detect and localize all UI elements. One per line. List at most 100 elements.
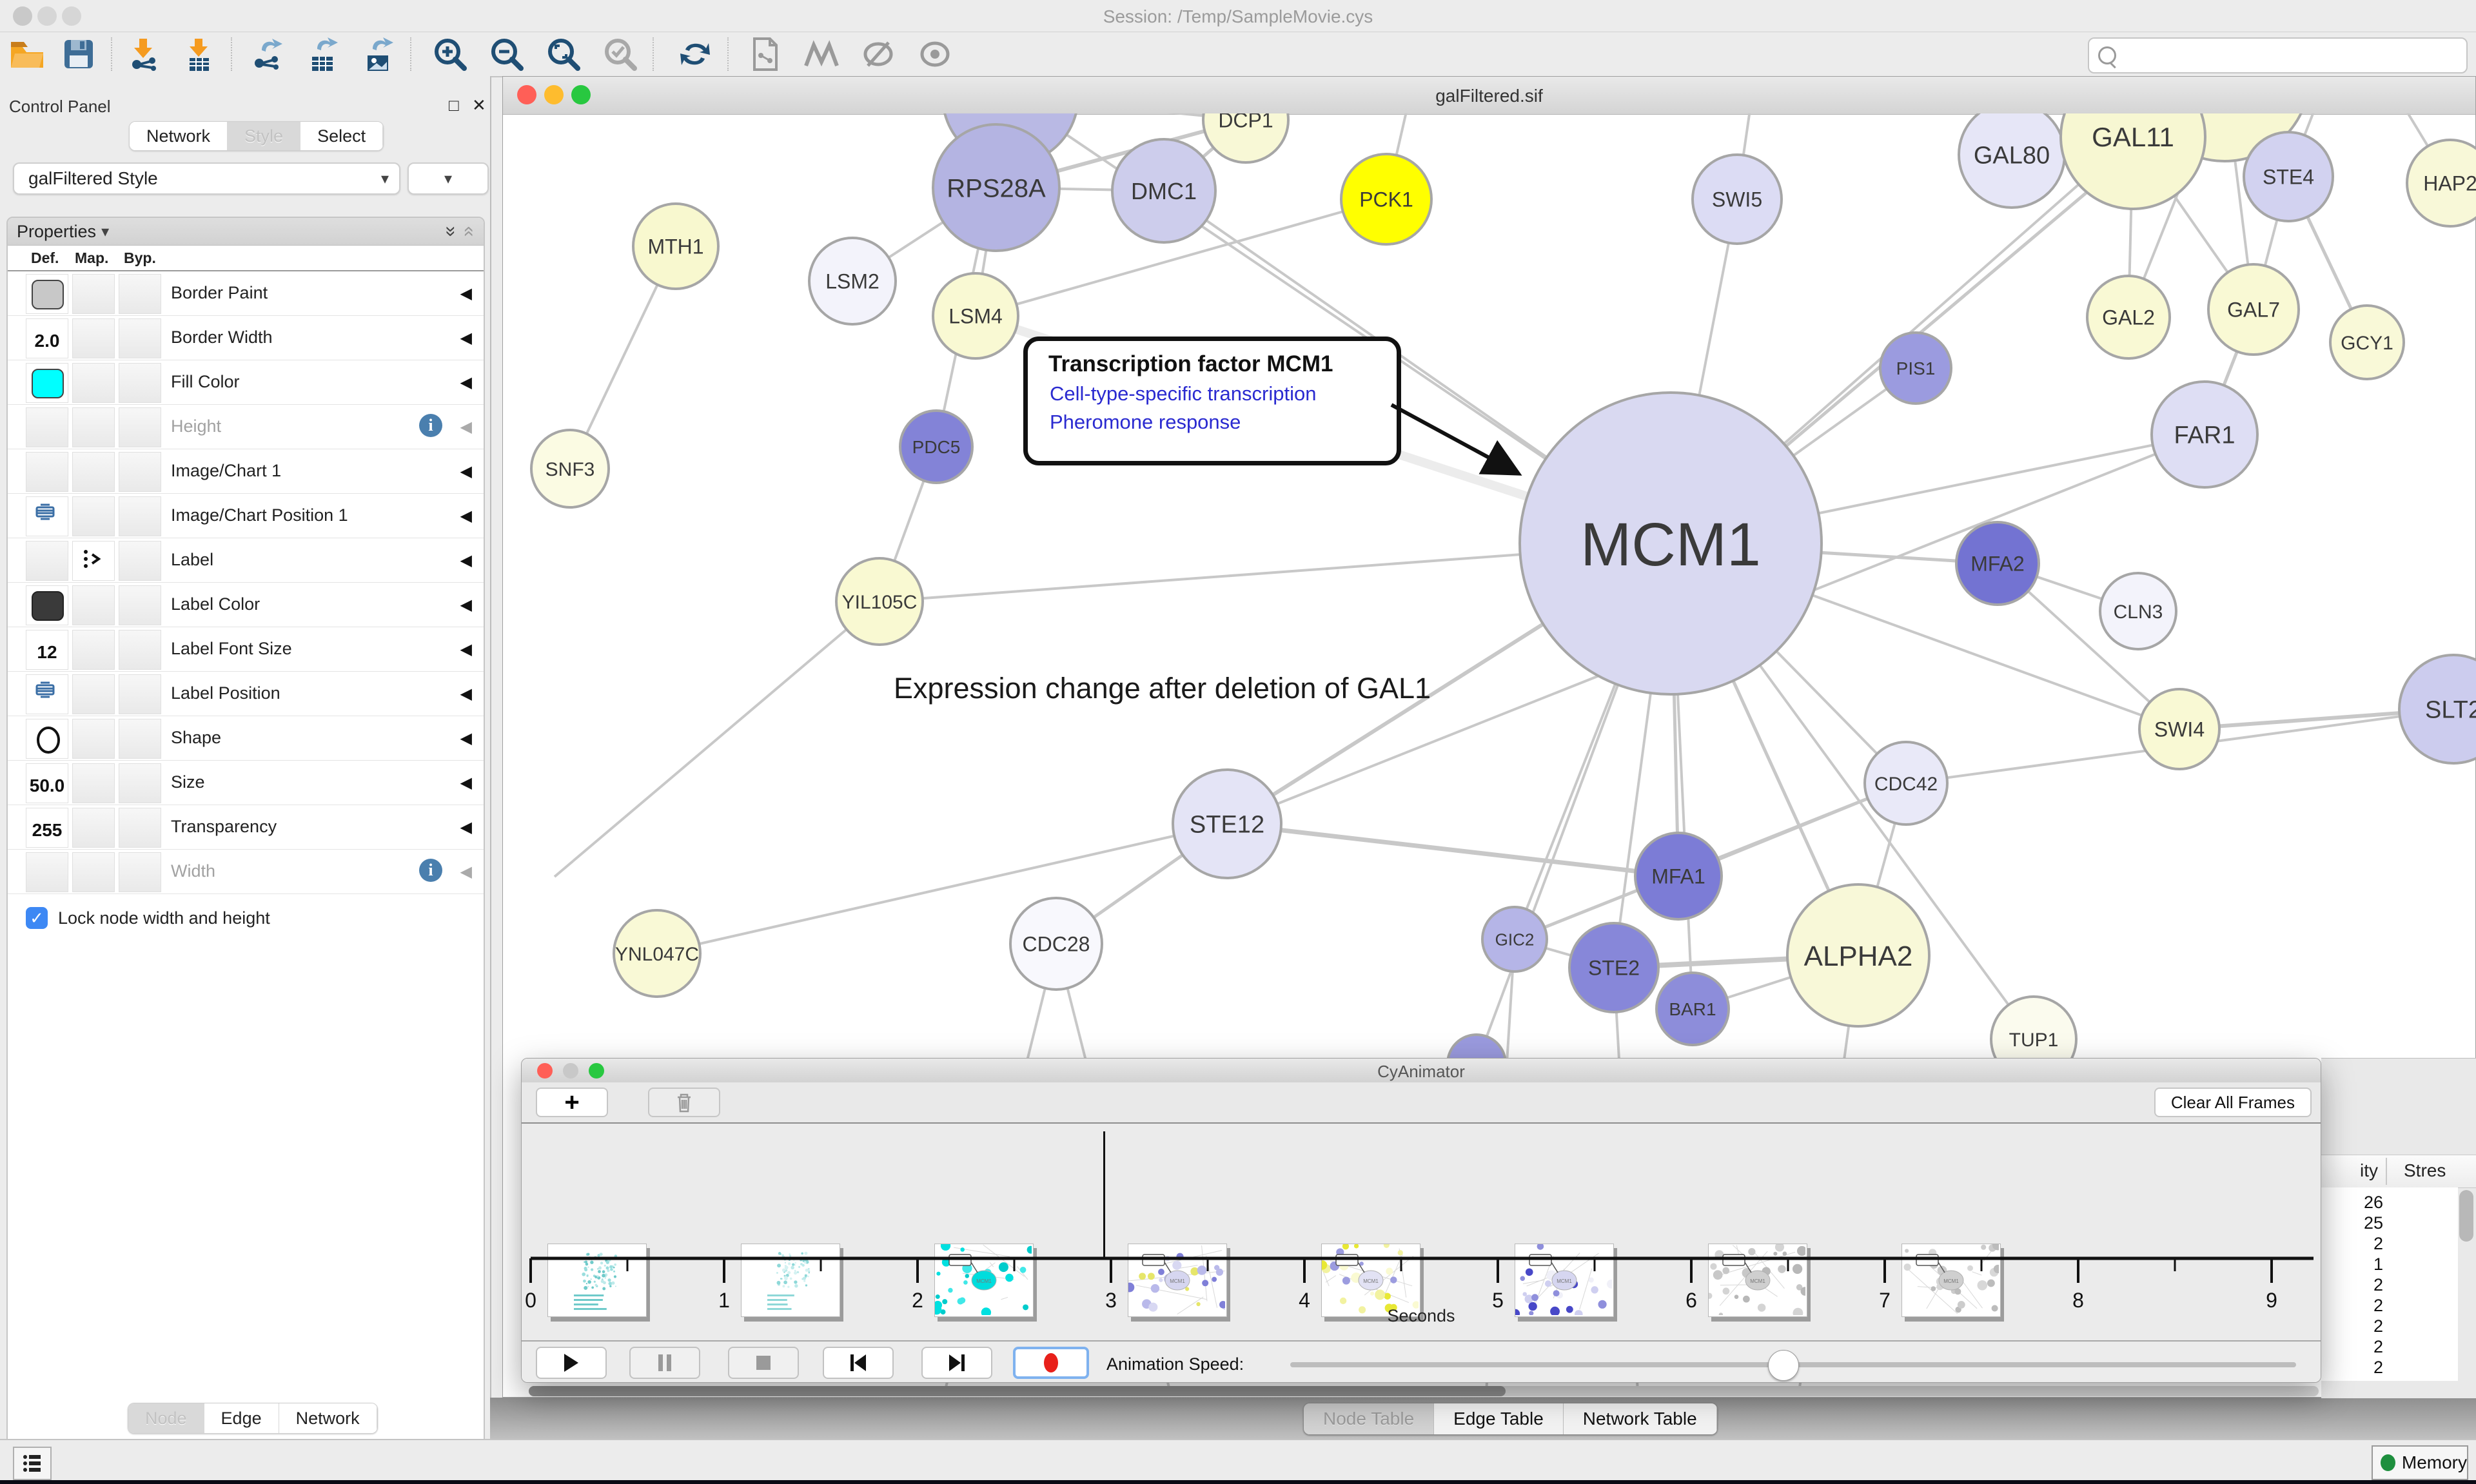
expand-property-icon[interactable]: ◀ xyxy=(460,418,472,436)
tab-node[interactable]: Node xyxy=(128,1403,204,1433)
table-cell[interactable]: 2 xyxy=(2321,1296,2383,1316)
table-horizontal-scrollbar[interactable] xyxy=(529,1386,2319,1396)
table-cell[interactable]: 2 xyxy=(2321,1337,2383,1357)
stop-button[interactable] xyxy=(728,1347,799,1379)
expand-property-icon[interactable]: ◀ xyxy=(460,551,472,570)
expand-property-icon[interactable]: ◀ xyxy=(460,329,472,347)
skip-to-end-button[interactable] xyxy=(921,1347,992,1379)
table-cell[interactable]: 25 xyxy=(2321,1213,2383,1233)
add-frame-button[interactable]: + xyxy=(536,1088,608,1117)
clear-all-frames-button[interactable]: Clear All Frames xyxy=(2154,1088,2312,1117)
skip-to-start-button[interactable] xyxy=(823,1347,894,1379)
property-row-shape[interactable]: Shape◀ xyxy=(8,716,484,761)
import-network-button[interactable] xyxy=(124,36,162,72)
property-row-label[interactable]: Label◀ xyxy=(8,538,484,583)
style-selector[interactable]: galFiltered Style ▾ xyxy=(13,162,400,195)
expand-property-icon[interactable]: ◀ xyxy=(460,640,472,659)
network-overview-button[interactable] xyxy=(745,36,784,72)
network-edge[interactable] xyxy=(657,824,1227,953)
animation-speed-slider[interactable] xyxy=(1290,1362,2296,1367)
apply-layout-button[interactable] xyxy=(676,36,714,72)
property-row-width[interactable]: Widthi◀ xyxy=(8,850,484,894)
expand-property-icon[interactable]: ◀ xyxy=(460,284,472,303)
export-network-button[interactable] xyxy=(248,36,286,72)
show-panels-button[interactable] xyxy=(13,1447,52,1480)
search-network-icon[interactable] xyxy=(802,36,841,72)
property-row-height[interactable]: Heighti◀ xyxy=(8,405,484,449)
table-vertical-scrollbar[interactable] xyxy=(2459,1190,2473,1381)
network-edge[interactable] xyxy=(1227,824,1678,876)
delete-frame-button[interactable] xyxy=(648,1088,720,1117)
property-row-border-width[interactable]: 2.0Border Width◀ xyxy=(8,316,484,360)
export-image-button[interactable] xyxy=(359,36,397,72)
expand-property-icon[interactable]: ◀ xyxy=(460,863,472,881)
property-row-label-position[interactable]: Label Position◀ xyxy=(8,672,484,716)
table-column-stress[interactable]: Stres xyxy=(2404,1160,2446,1181)
export-table-button[interactable] xyxy=(303,36,342,72)
node-label-FAR1: FAR1 xyxy=(2174,422,2235,449)
global-search-box[interactable] xyxy=(2088,37,2468,73)
cyanimator-titlebar[interactable]: CyAnimator xyxy=(522,1059,2321,1083)
zoom-selected-button[interactable] xyxy=(601,36,640,72)
expand-property-icon[interactable]: ◀ xyxy=(460,507,472,525)
save-session-button[interactable] xyxy=(59,36,98,72)
annotation-link-2[interactable]: Pheromone response xyxy=(1050,411,1397,434)
zoom-in-button[interactable] xyxy=(431,36,469,72)
property-row-image-chart-1[interactable]: Image/Chart 1◀ xyxy=(8,449,484,494)
search-input[interactable] xyxy=(2121,45,2466,66)
slider-thumb[interactable] xyxy=(1768,1350,1799,1381)
property-row-border-paint[interactable]: Border Paint◀ xyxy=(8,271,484,316)
float-panel-icon[interactable]: □ xyxy=(449,95,459,115)
tab-select[interactable]: Select xyxy=(300,122,383,150)
lock-size-row[interactable]: ✓ Lock node width and height xyxy=(14,899,478,937)
memory-status-button[interactable]: Memory xyxy=(2372,1445,2468,1480)
tab-node-table[interactable]: Node Table xyxy=(1304,1403,1434,1434)
network-window-titlebar[interactable]: galFiltered.sif xyxy=(503,77,2475,115)
expand-property-icon[interactable]: ◀ xyxy=(460,818,472,837)
play-button[interactable] xyxy=(536,1347,607,1379)
annotation-box[interactable]: Transcription factor MCM1 Cell-type-spec… xyxy=(1023,337,1401,465)
tab-style[interactable]: Style xyxy=(228,122,300,150)
zoom-fit-button[interactable] xyxy=(544,36,583,72)
table-cell[interactable]: 1 xyxy=(2321,1255,2383,1274)
open-session-button[interactable] xyxy=(8,36,46,72)
table-cell[interactable]: 2 xyxy=(2321,1316,2383,1336)
hide-details-button[interactable] xyxy=(859,36,898,72)
style-options-button[interactable]: ▾ xyxy=(408,162,489,195)
record-button[interactable] xyxy=(1013,1347,1089,1379)
property-row-size[interactable]: 50.0Size◀ xyxy=(8,761,484,805)
annotation-link-1[interactable]: Cell-type-specific transcription xyxy=(1050,382,1397,405)
tab-network-table[interactable]: Network Table xyxy=(1564,1403,1717,1434)
tab-network[interactable]: Network xyxy=(279,1403,377,1433)
close-panel-icon[interactable]: ✕ xyxy=(472,95,486,115)
collapse-all-icon[interactable]: » xyxy=(457,226,479,237)
import-table-button[interactable] xyxy=(179,36,218,72)
properties-header[interactable]: Properties ▾ » » xyxy=(8,218,484,246)
table-cell[interactable]: 2 xyxy=(2321,1275,2383,1295)
property-row-label-font-size[interactable]: 12Label Font Size◀ xyxy=(8,627,484,672)
tab-network[interactable]: Network xyxy=(130,122,228,150)
tab-edge[interactable]: Edge xyxy=(204,1403,279,1433)
timeline-playhead[interactable] xyxy=(1103,1131,1105,1258)
pause-button[interactable] xyxy=(629,1347,700,1379)
zoom-out-button[interactable] xyxy=(487,36,526,72)
expand-property-icon[interactable]: ◀ xyxy=(460,774,472,792)
property-row-fill-color[interactable]: Fill Color◀ xyxy=(8,360,484,405)
network-edge[interactable] xyxy=(555,601,879,877)
show-details-button[interactable] xyxy=(916,36,954,72)
table-cell[interactable]: 26 xyxy=(2321,1193,2383,1213)
expand-property-icon[interactable]: ◀ xyxy=(460,729,472,748)
lock-size-checkbox[interactable]: ✓ xyxy=(26,907,48,929)
property-row-label-color[interactable]: Label Color◀ xyxy=(8,583,484,627)
expand-property-icon[interactable]: ◀ xyxy=(460,596,472,614)
property-row-image-chart-position-1[interactable]: Image/Chart Position 1◀ xyxy=(8,494,484,538)
expand-property-icon[interactable]: ◀ xyxy=(460,373,472,392)
table-cell[interactable]: 2 xyxy=(2321,1358,2383,1378)
expand-property-icon[interactable]: ◀ xyxy=(460,685,472,703)
expand-property-icon[interactable]: ◀ xyxy=(460,462,472,481)
table-cell[interactable]: 2 xyxy=(2321,1234,2383,1254)
table-column-ity[interactable]: ity xyxy=(2360,1160,2378,1181)
table-values[interactable]: 26252122222 xyxy=(2321,1187,2458,1381)
tab-edge-table[interactable]: Edge Table xyxy=(1434,1403,1564,1434)
property-row-transparency[interactable]: 255Transparency◀ xyxy=(8,805,484,850)
